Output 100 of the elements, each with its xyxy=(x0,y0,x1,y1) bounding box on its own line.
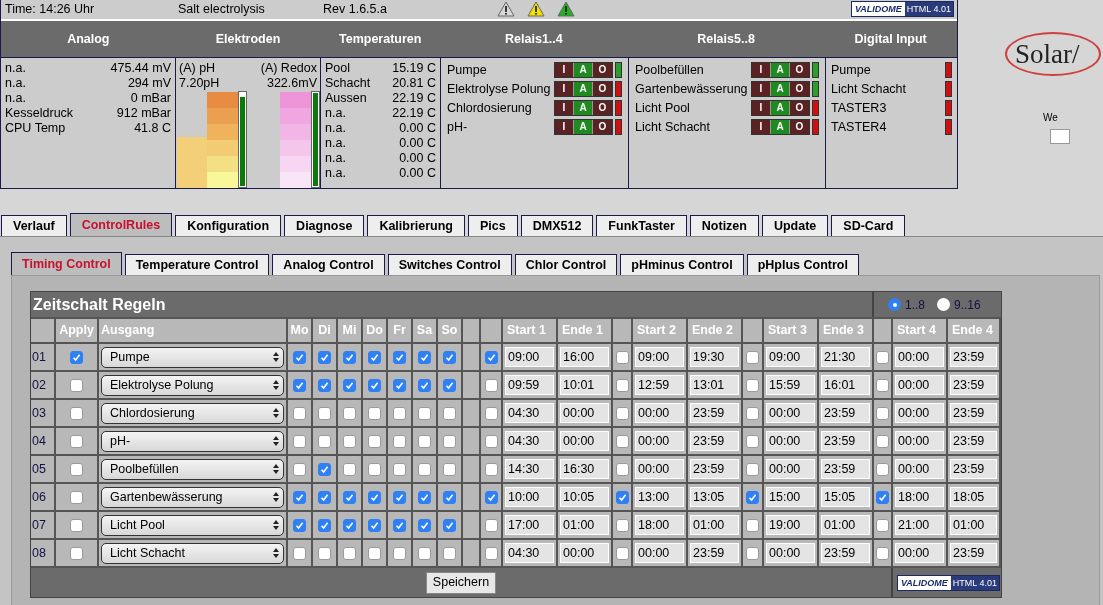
save-button[interactable]: Speichern xyxy=(425,571,497,594)
slot-checkbox[interactable] xyxy=(484,434,498,448)
day-checkbox[interactable] xyxy=(443,518,456,532)
mode-button[interactable]: A xyxy=(574,82,593,96)
output-select[interactable]: Pumpe xyxy=(101,346,284,368)
tab[interactable]: Update xyxy=(761,215,829,236)
apply-checkbox[interactable] xyxy=(70,490,83,504)
time-field[interactable]: 00:00 xyxy=(560,543,609,563)
day-checkbox[interactable] xyxy=(343,518,356,532)
day-checkbox[interactable] xyxy=(443,546,456,560)
time-field[interactable]: 23:59 xyxy=(690,543,739,563)
subtab[interactable]: pHplus Control xyxy=(746,254,859,275)
time-field[interactable]: 09:00 xyxy=(635,347,684,367)
day-checkbox[interactable] xyxy=(368,434,381,448)
subtab[interactable]: Analog Control xyxy=(272,254,385,275)
slot-checkbox[interactable] xyxy=(615,490,629,504)
mode-button[interactable]: O xyxy=(593,82,612,96)
slot-checkbox[interactable] xyxy=(876,462,889,476)
day-checkbox[interactable] xyxy=(443,406,456,420)
time-field[interactable]: 15:59 xyxy=(766,375,815,395)
slot-checkbox[interactable] xyxy=(615,406,629,420)
day-checkbox[interactable] xyxy=(418,406,431,420)
day-checkbox[interactable] xyxy=(393,406,406,420)
time-field[interactable]: 09:00 xyxy=(505,347,554,367)
time-field[interactable]: 16:01 xyxy=(821,375,870,395)
mode-button[interactable]: O xyxy=(790,101,809,115)
time-field[interactable]: 13:01 xyxy=(690,375,739,395)
day-checkbox[interactable] xyxy=(293,462,306,476)
day-checkbox[interactable] xyxy=(343,378,356,392)
day-checkbox[interactable] xyxy=(393,546,406,560)
day-checkbox[interactable] xyxy=(293,518,306,532)
time-field[interactable]: 23:59 xyxy=(950,459,997,479)
input-field[interactable] xyxy=(1050,129,1070,144)
day-checkbox[interactable] xyxy=(318,434,331,448)
day-checkbox[interactable] xyxy=(343,490,356,504)
time-field[interactable]: 21:30 xyxy=(821,347,870,367)
slot-checkbox[interactable] xyxy=(876,490,889,504)
time-field[interactable]: 17:00 xyxy=(505,515,554,535)
time-field[interactable]: 00:00 xyxy=(895,347,944,367)
output-select[interactable]: Licht Schacht xyxy=(101,542,284,564)
slot-checkbox[interactable] xyxy=(746,518,759,532)
slot-checkbox[interactable] xyxy=(615,546,629,560)
tab[interactable]: Verlauf xyxy=(1,215,67,236)
tab[interactable]: DMX512 xyxy=(520,215,594,236)
slot-checkbox[interactable] xyxy=(615,434,629,448)
slot-checkbox[interactable] xyxy=(876,378,889,392)
time-field[interactable]: 23:59 xyxy=(950,543,997,563)
time-field[interactable]: 00:00 xyxy=(766,459,815,479)
slot-checkbox[interactable] xyxy=(484,546,498,560)
time-field[interactable]: 23:59 xyxy=(690,431,739,451)
day-checkbox[interactable] xyxy=(293,406,306,420)
day-checkbox[interactable] xyxy=(368,518,381,532)
day-checkbox[interactable] xyxy=(318,518,331,532)
slot-checkbox[interactable] xyxy=(746,378,759,392)
output-select[interactable]: pH- xyxy=(101,430,284,452)
time-field[interactable]: 19:00 xyxy=(766,515,815,535)
time-field[interactable]: 15:00 xyxy=(766,487,815,507)
slot-checkbox[interactable] xyxy=(746,406,759,420)
subtab[interactable]: pHminus Control xyxy=(620,254,744,275)
day-checkbox[interactable] xyxy=(443,462,456,476)
day-checkbox[interactable] xyxy=(393,462,406,476)
time-field[interactable]: 04:30 xyxy=(505,403,554,423)
time-field[interactable]: 00:00 xyxy=(635,459,684,479)
time-field[interactable]: 18:00 xyxy=(635,515,684,535)
mode-button[interactable]: O xyxy=(593,120,612,134)
mode-button[interactable]: A xyxy=(771,120,790,134)
tab[interactable]: Kalibrierung xyxy=(367,215,465,236)
slot-checkbox[interactable] xyxy=(746,490,759,504)
slot-checkbox[interactable] xyxy=(484,378,498,392)
time-field[interactable]: 10:00 xyxy=(505,487,554,507)
apply-checkbox[interactable] xyxy=(70,350,83,364)
slot-checkbox[interactable] xyxy=(615,518,629,532)
time-field[interactable]: 10:05 xyxy=(560,487,609,507)
mode-button[interactable]: I xyxy=(555,63,574,77)
apply-checkbox[interactable] xyxy=(70,434,83,448)
slot-checkbox[interactable] xyxy=(876,434,889,448)
time-field[interactable]: 00:00 xyxy=(635,431,684,451)
time-field[interactable]: 01:00 xyxy=(950,515,997,535)
slot-checkbox[interactable] xyxy=(615,350,629,364)
day-checkbox[interactable] xyxy=(418,378,431,392)
time-field[interactable]: 23:59 xyxy=(690,403,739,423)
time-field[interactable]: 23:59 xyxy=(950,403,997,423)
slot-checkbox[interactable] xyxy=(615,378,629,392)
mode-button[interactable]: O xyxy=(593,101,612,115)
tab[interactable]: Diagnose xyxy=(284,215,365,236)
mode-button[interactable]: O xyxy=(790,63,809,77)
day-checkbox[interactable] xyxy=(368,406,381,420)
mode-button[interactable]: A xyxy=(574,63,593,77)
day-checkbox[interactable] xyxy=(443,490,456,504)
output-select[interactable]: Elektrolyse Polung xyxy=(101,374,284,396)
day-checkbox[interactable] xyxy=(293,434,306,448)
slot-checkbox[interactable] xyxy=(746,434,759,448)
day-checkbox[interactable] xyxy=(393,350,406,364)
slot-checkbox[interactable] xyxy=(484,490,498,504)
tab[interactable]: Notizen xyxy=(689,215,759,236)
day-checkbox[interactable] xyxy=(418,462,431,476)
time-field[interactable]: 00:00 xyxy=(895,403,944,423)
time-field[interactable]: 00:00 xyxy=(895,431,944,451)
tab[interactable]: FunkTaster xyxy=(596,215,687,236)
time-field[interactable]: 01:00 xyxy=(560,515,609,535)
